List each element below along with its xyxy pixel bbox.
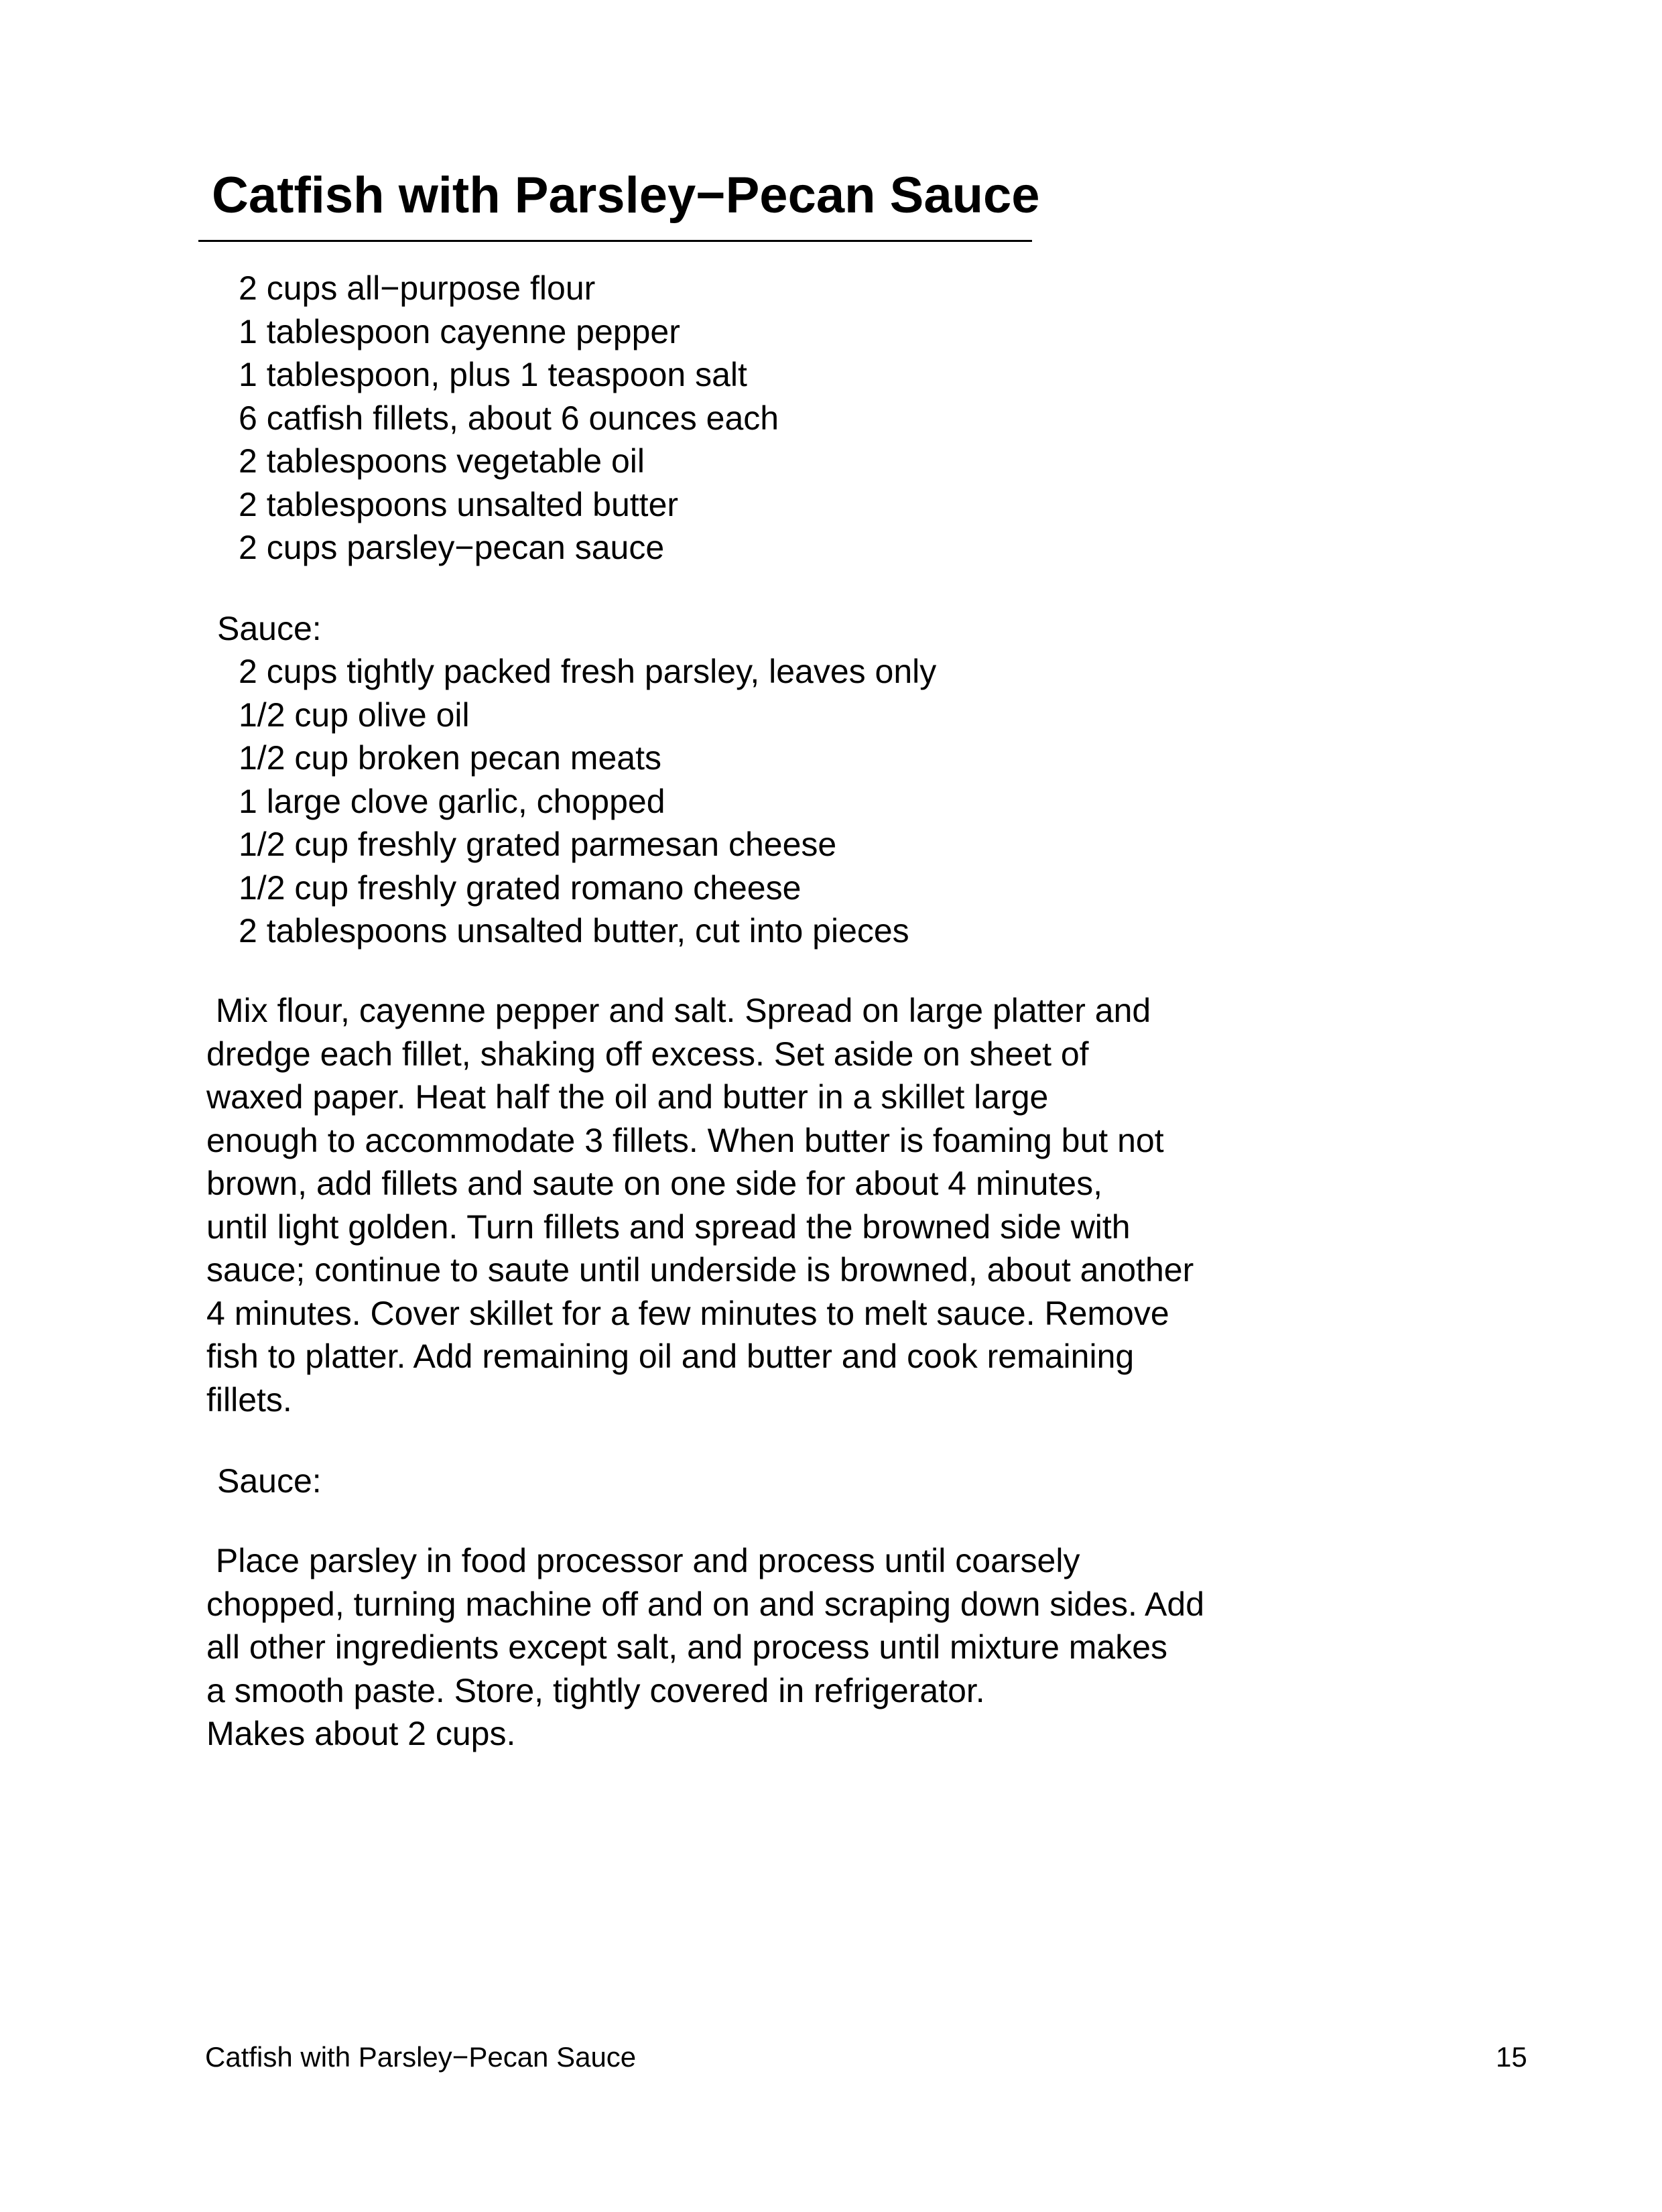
ingredient-item: 2 cups parsley−pecan sauce	[239, 529, 665, 566]
ingredient-list: 2 cups all−purpose flour 1 tablespoon ca…	[239, 267, 779, 570]
sauce-method-paragraph: Place parsley in food processor and proc…	[206, 1539, 1204, 1756]
method-line: waxed paper. Heat half the oil and butte…	[206, 1078, 1049, 1116]
method-line: Mix flour, cayenne pepper and salt. Spre…	[206, 992, 1151, 1029]
sauce-method-line: all other ingredients except salt, and p…	[206, 1628, 1168, 1666]
method-line: fish to platter. Add remaining oil and b…	[206, 1338, 1135, 1375]
ingredient-item: 1 tablespoon cayenne pepper	[239, 312, 680, 350]
ingredient-item: 1 tablespoon, plus 1 teaspoon salt	[239, 356, 747, 393]
method-line: dredge each fillet, shaking off excess. …	[206, 1035, 1089, 1073]
sauce-ingredient-item: 1 large clove garlic, chopped	[239, 782, 665, 820]
sauce-method-line: Place parsley in food processor and proc…	[206, 1542, 1080, 1579]
method-line: brown, add fillets and saute on one side…	[206, 1165, 1102, 1202]
method-paragraph: Mix flour, cayenne pepper and salt. Spre…	[206, 989, 1194, 1421]
method-line: enough to accommodate 3 fillets. When bu…	[206, 1121, 1164, 1159]
method-line: sauce; continue to saute until underside…	[206, 1251, 1194, 1289]
ingredient-item: 6 catfish fillets, about 6 ounces each	[239, 399, 779, 437]
sauce-ingredient-item: 1/2 cup broken pecan meats	[239, 739, 661, 777]
sauce-ingredient-item: 2 tablespoons unsalted butter, cut into …	[239, 912, 909, 950]
sauce-method-line: Makes about 2 cups.	[206, 1715, 516, 1752]
sauce-ingredient-item: 1/2 cup freshly grated parmesan cheese	[239, 826, 837, 863]
sauce-method-line: a smooth paste. Store, tightly covered i…	[206, 1671, 985, 1709]
method-line: until light golden. Turn fillets and spr…	[206, 1208, 1131, 1246]
method-line: 4 minutes. Cover skillet for a few minut…	[206, 1294, 1169, 1332]
sauce-method-line: chopped, turning machine off and on and …	[206, 1585, 1205, 1623]
title-underline	[198, 240, 1032, 242]
sauce-heading: Sauce:	[217, 610, 322, 647]
page-number: 15	[1496, 2041, 1527, 2073]
sauce-ingredient-list: 2 cups tightly packed fresh parsley, lea…	[239, 650, 936, 953]
sauce-ingredient-item: 1/2 cup freshly grated romano cheese	[239, 868, 802, 907]
sauce-method-heading: Sauce:	[217, 1462, 322, 1500]
sauce-ingredient-item: 1/2 cup olive oil	[239, 696, 470, 734]
method-line: fillets.	[206, 1380, 292, 1419]
ingredient-item: 2 tablespoons unsalted butter	[239, 485, 679, 523]
ingredient-item: 2 tablespoons vegetable oil	[239, 442, 645, 480]
recipe-title: Catfish with Parsley−Pecan Sauce	[212, 167, 1040, 224]
footer-title: Catfish with Parsley−Pecan Sauce	[205, 2041, 637, 2073]
sauce-ingredient-item: 2 cups tightly packed fresh parsley, lea…	[239, 653, 937, 690]
ingredient-item: 2 cups all−purpose flour	[239, 269, 596, 307]
